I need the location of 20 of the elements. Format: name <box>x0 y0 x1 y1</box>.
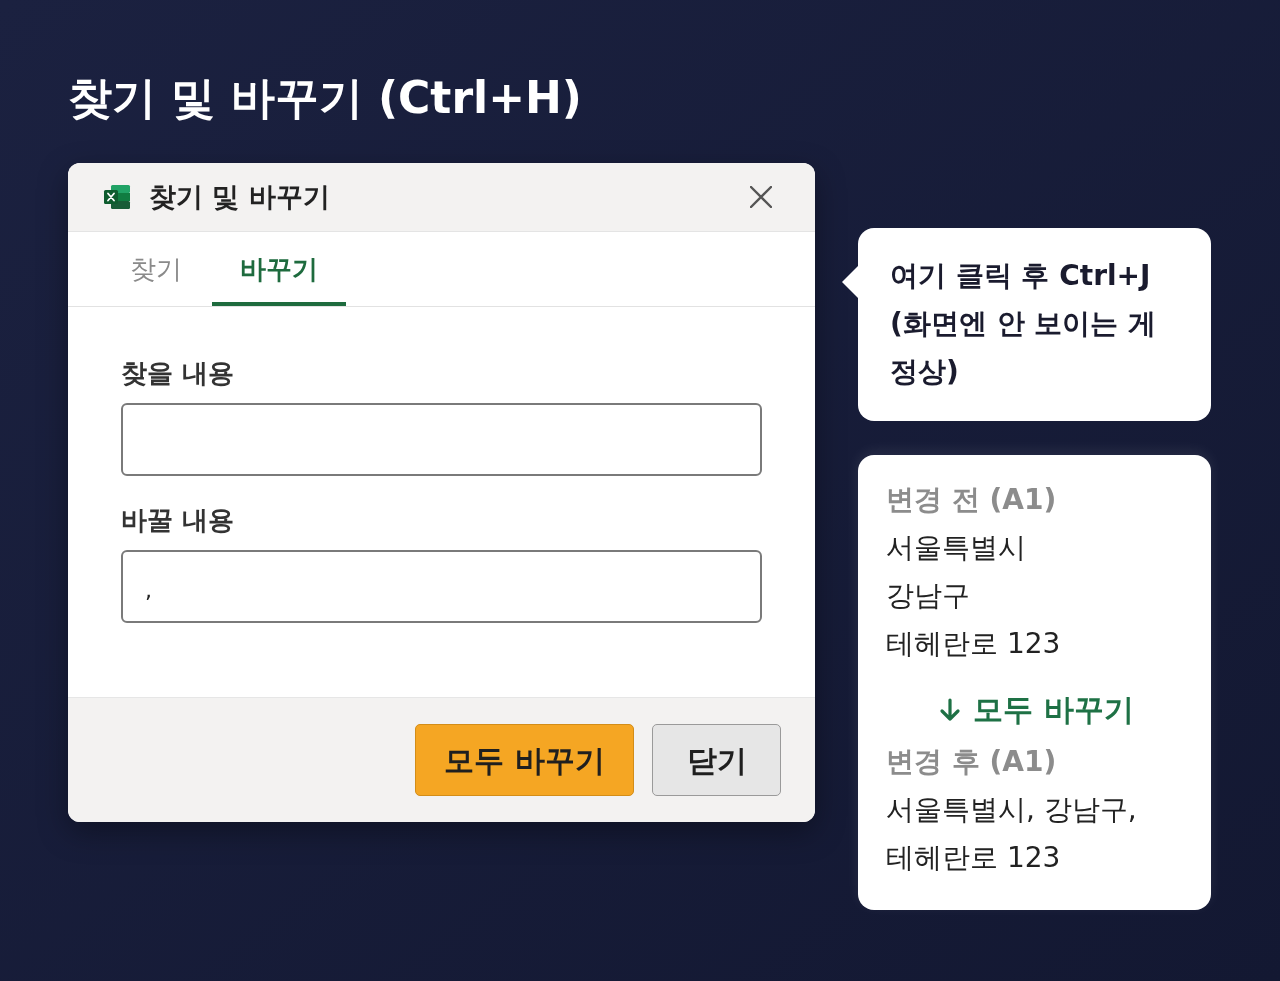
cell-value-line: 강남구 <box>886 578 970 614</box>
field-label: 바꿀 내용 <box>121 504 235 537</box>
dialog-tab[interactable]: 바꾸기 <box>212 232 346 306</box>
cell-value-text: 서울특별시, 강남구, 테헤란로 123 <box>886 792 1138 876</box>
dialog-title: 찾기 및 바꾸기 <box>149 180 330 214</box>
action-label: 모두 바꾸기 <box>973 691 1134 729</box>
close-icon <box>750 186 772 208</box>
arrow-down-icon <box>939 698 962 722</box>
after-label: 변경 후 (A1) <box>886 744 1057 780</box>
before-label: 변경 전 (A1) <box>886 482 1057 518</box>
close-dialog-button[interactable]: 닫기 <box>652 724 781 796</box>
cell-value-line: 서울특별시 <box>886 530 1026 566</box>
replace-all-button[interactable]: 모두 바꾸기 <box>415 724 634 796</box>
page-heading: 찾기 및 바꾸기 (Ctrl+H) <box>68 71 582 125</box>
spreadsheet-app-icon <box>103 183 131 211</box>
input-field[interactable] <box>121 403 762 476</box>
callout-text: 여기 클릭 후 Ctrl+J (화면엔 안 보이는 게 정상) <box>890 258 1158 390</box>
input-field[interactable]: , <box>121 550 762 623</box>
cell-value-line: 테헤란로 123 <box>886 626 1061 662</box>
field-label: 찾을 내용 <box>121 357 235 390</box>
